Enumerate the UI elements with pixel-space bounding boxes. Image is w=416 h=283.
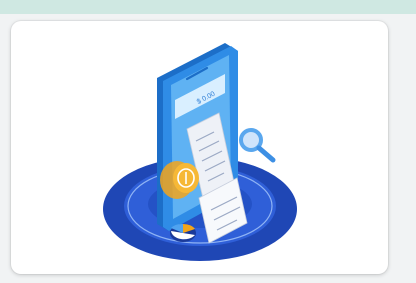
payment-illustration: $ 0.00 [103, 43, 297, 261]
illustration-card[interactable]: $ 0.00 [11, 21, 388, 274]
pie-chart-icon [170, 223, 196, 242]
magnifier-icon [239, 128, 276, 163]
top-accent-strip [0, 0, 416, 14]
